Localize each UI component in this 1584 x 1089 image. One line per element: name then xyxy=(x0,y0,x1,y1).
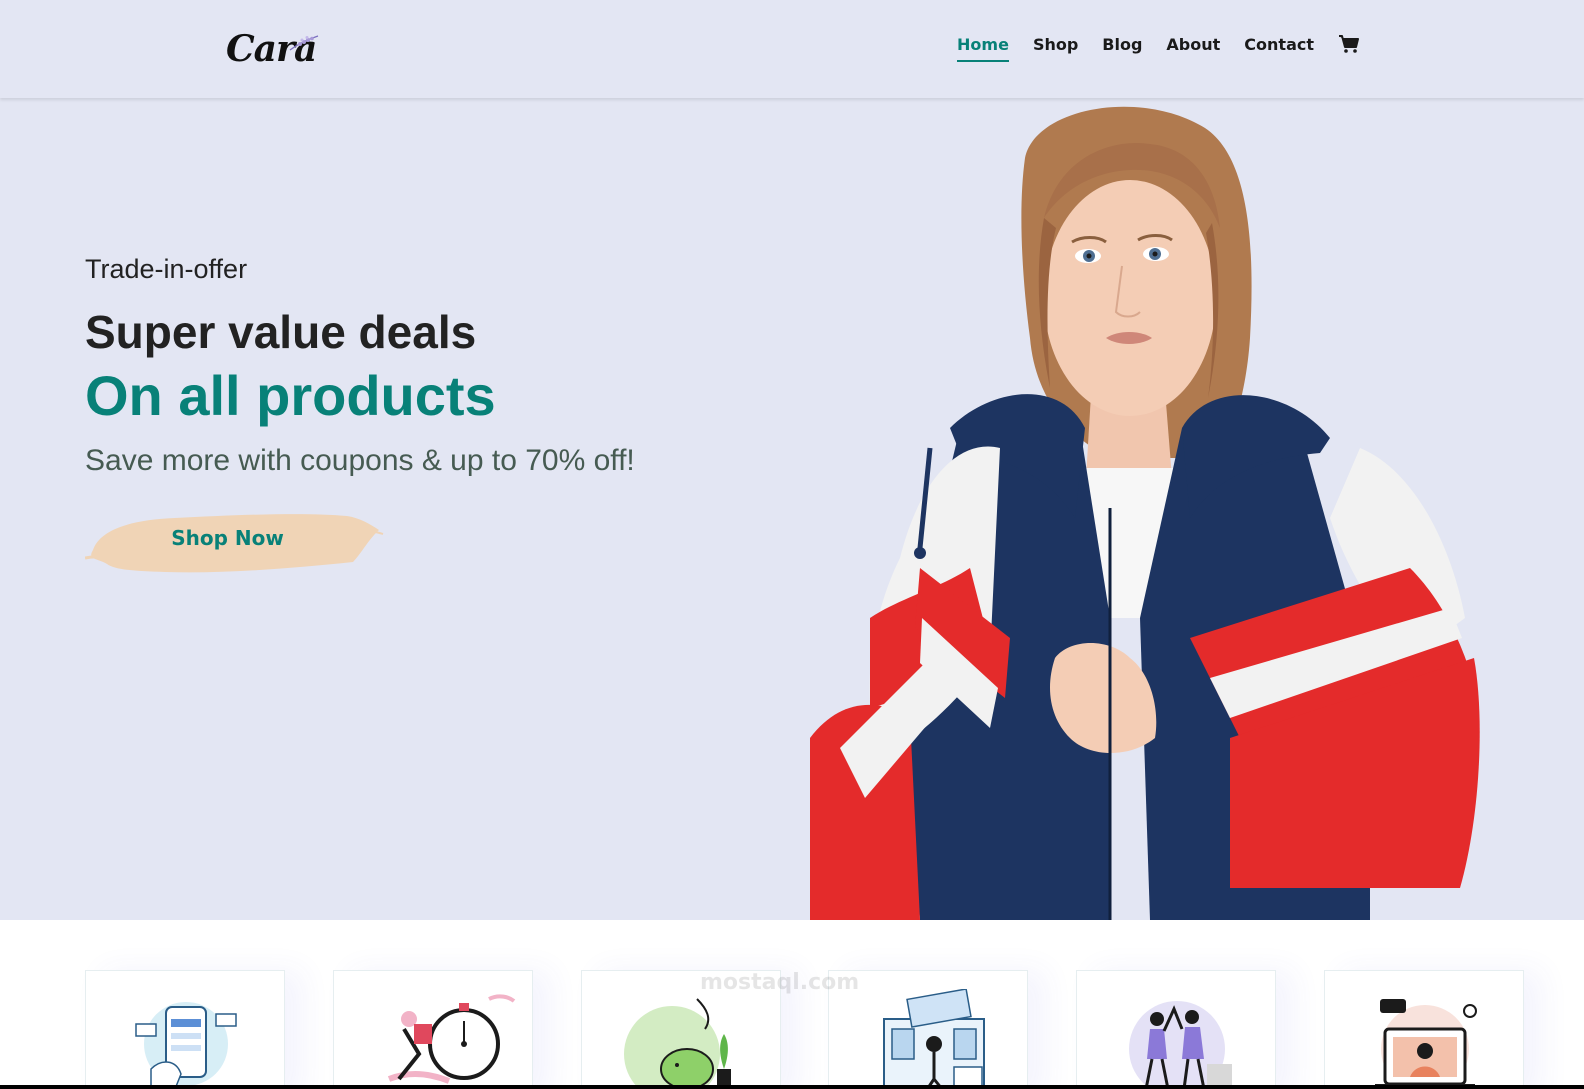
shop-now-button[interactable]: Shop Now xyxy=(85,510,385,576)
cart-icon[interactable] xyxy=(1338,34,1360,54)
hero-text: Trade-in-offer Super value deals On all … xyxy=(85,254,635,478)
support-illustration xyxy=(1375,999,1477,1089)
features-section xyxy=(0,920,1584,1089)
lavender-sprig-icon xyxy=(289,35,319,51)
main-nav: Home Shop Blog About Contact xyxy=(933,34,1360,62)
nav-blog[interactable]: Blog xyxy=(1102,35,1142,62)
feature-card[interactable] xyxy=(85,970,285,1089)
bottom-edge xyxy=(0,1085,1584,1089)
hero-section: Trade-in-offer Super value deals On all … xyxy=(0,98,1584,920)
mobile-payment-illustration xyxy=(135,1002,237,1089)
promotions-illustration xyxy=(883,989,985,1089)
feature-card[interactable] xyxy=(1076,970,1276,1089)
feature-card[interactable] xyxy=(1324,970,1524,1089)
happy-sell-illustration xyxy=(1129,1001,1232,1089)
hero-heading: Super value deals xyxy=(85,306,477,358)
hero-highlight: On all products xyxy=(85,364,496,427)
nav-about[interactable]: About xyxy=(1166,35,1220,62)
nav-home[interactable]: Home xyxy=(957,35,1009,62)
feature-card[interactable] xyxy=(333,970,533,1089)
shop-now-label: Shop Now xyxy=(171,526,284,550)
watermark: mostaql.com xyxy=(700,970,860,995)
hero-model-image xyxy=(810,106,1480,920)
site-header: Cara Home Shop Blog About Contact xyxy=(0,0,1584,98)
hero-subtitle: Save more with coupons & up to 70% off! xyxy=(85,444,635,477)
nav-shop[interactable]: Shop xyxy=(1033,35,1078,62)
savings-illustration xyxy=(624,998,731,1089)
fast-delivery-illustration xyxy=(387,994,516,1084)
nav-contact[interactable]: Contact xyxy=(1244,35,1314,62)
hero-eyebrow: Trade-in-offer xyxy=(85,254,248,284)
